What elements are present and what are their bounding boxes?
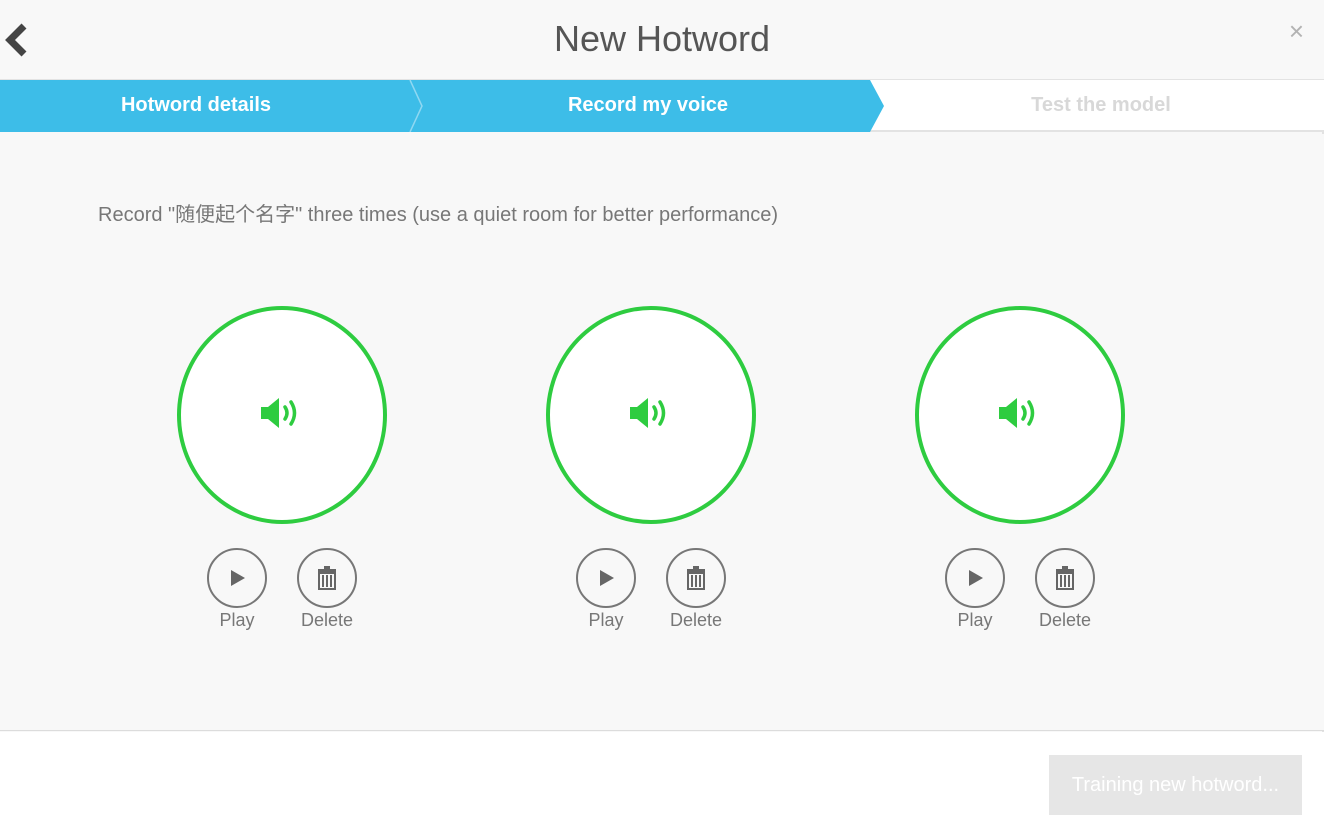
speaker-icon <box>630 398 666 428</box>
trash-icon <box>1056 566 1074 590</box>
step-hotword-details[interactable]: Hotword details <box>0 94 392 117</box>
play-label: Play <box>588 610 624 630</box>
recording-circle[interactable] <box>177 306 387 524</box>
play-label: Play <box>219 610 255 630</box>
recording-slot-1: Play Delete <box>177 306 389 631</box>
close-button[interactable]: × <box>1289 18 1304 44</box>
step-record-my-voice[interactable]: Record my voice <box>422 94 874 117</box>
recording-circle[interactable] <box>546 306 756 524</box>
play-button[interactable]: Play <box>576 548 636 631</box>
recording-panel: Record "随便起个名字" three times (use a quiet… <box>0 134 1324 731</box>
trash-icon <box>687 566 705 590</box>
new-hotword-dialog: New Hotword × Hotword details Record my … <box>0 0 1324 830</box>
train-hotword-button[interactable]: Training new hotword... <box>1049 755 1302 815</box>
speaker-icon <box>261 398 297 428</box>
dialog-header: New Hotword × <box>0 0 1324 80</box>
wizard-steps: Hotword details Record my voice Test the… <box>0 80 1324 132</box>
play-button[interactable]: Play <box>945 548 1005 631</box>
trash-icon <box>318 566 336 590</box>
play-label: Play <box>957 610 993 630</box>
speaker-icon <box>999 398 1035 428</box>
recording-circle[interactable] <box>915 306 1125 524</box>
delete-label: Delete <box>1038 610 1092 630</box>
dialog-title: New Hotword <box>553 18 771 59</box>
dialog-footer: Training new hotword... <box>0 732 1324 830</box>
play-button[interactable]: Play <box>207 548 267 631</box>
delete-label: Delete <box>669 610 723 630</box>
recording-slot-3: Play Delete <box>915 306 1127 631</box>
recording-slot-2: Play Delete <box>546 306 758 631</box>
delete-button[interactable]: Delete <box>297 548 357 631</box>
play-icon <box>969 570 983 586</box>
delete-button[interactable]: Delete <box>1035 548 1095 631</box>
play-icon <box>600 570 614 586</box>
delete-button[interactable]: Delete <box>666 548 726 631</box>
delete-label: Delete <box>300 610 354 630</box>
step-test-the-model[interactable]: Test the model <box>884 94 1318 117</box>
play-icon <box>231 570 245 586</box>
instruction-text: Record "随便起个名字" three times (use a quiet… <box>98 204 778 226</box>
